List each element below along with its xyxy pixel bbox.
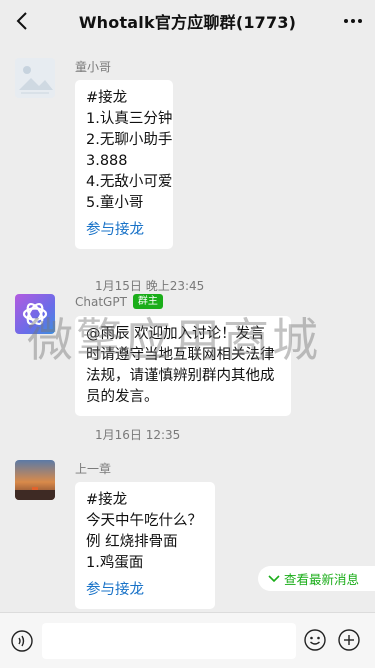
emoji-icon[interactable] (304, 629, 326, 651)
view-new-messages-button[interactable]: 查看最新消息 (258, 566, 375, 591)
message-line: 例 红烧排骨面 (86, 534, 178, 550)
avatar[interactable] (15, 294, 55, 334)
message-line: 法规，请谨慎辨别群内其他成 (86, 368, 275, 384)
sunset-avatar-icon (15, 460, 55, 500)
message-line: 1.认真三分钟 (86, 111, 173, 127)
chat-area[interactable]: 童小哥 #接龙 1.认真三分钟 2.无聊小助手 3.888 4.无敌小可爱 5.… (0, 42, 375, 612)
message-bubble[interactable]: #接龙 今天中午吃什么？ 例 红烧排骨面 1.鸡蛋面 参与接龙 (75, 482, 215, 609)
message-time: 1月16日 12:35 (95, 428, 181, 442)
message-bubble[interactable]: @雨辰 欢迎加入讨论！发言 时请遵守当地互联网相关法律 法规，请谨慎辨别群内其他… (75, 316, 291, 416)
page-title: Whotalk官方应聊群(1773) (78, 13, 297, 32)
voice-icon[interactable] (11, 630, 33, 652)
top-bar: Whotalk官方应聊群(1773) (0, 0, 375, 42)
message-line: 2.无聊小助手 (86, 132, 173, 148)
message-line: #接龙 (86, 492, 128, 508)
sender-name: 童小哥 (75, 60, 112, 74)
message-line: 3.888 (86, 153, 128, 169)
message-input[interactable] (42, 623, 296, 659)
input-bar (0, 612, 375, 668)
join-chain-link[interactable]: 参与接龙 (86, 220, 162, 241)
back-arrow-icon[interactable] (12, 10, 34, 32)
message-line: #接龙 (86, 90, 128, 106)
sender-name: ChatGPT 群主 (75, 294, 163, 309)
avatar[interactable] (15, 460, 55, 500)
avatar[interactable] (15, 58, 55, 98)
message-line: 员的发言。 (86, 389, 159, 405)
message-time: 1月15日 晚上23:45 (95, 279, 205, 293)
message-line: 1.鸡蛋面 (86, 555, 144, 571)
message-line: 5.童小哥 (86, 195, 144, 211)
plus-icon[interactable] (338, 629, 360, 651)
openai-logo-icon (22, 302, 48, 326)
sender-name: 上一章 (75, 462, 112, 476)
message-line: 时请遵守当地互联网相关法律 (86, 347, 275, 363)
message-line: 今天中午吃什么？ (86, 513, 202, 529)
message-bubble[interactable]: #接龙 1.认真三分钟 2.无聊小助手 3.888 4.无敌小可爱 5.童小哥 … (75, 80, 173, 249)
image-placeholder-icon (15, 58, 55, 98)
owner-badge: 群主 (132, 294, 163, 309)
join-chain-link[interactable]: 参与接龙 (86, 580, 204, 601)
message-line: 4.无敌小可爱 (86, 174, 173, 190)
message-line: @雨辰 欢迎加入讨论！发言 (86, 326, 265, 342)
chevron-down-icon (268, 574, 280, 582)
view-new-messages-label: 查看最新消息 (284, 572, 360, 587)
more-options-icon[interactable] (341, 10, 365, 32)
